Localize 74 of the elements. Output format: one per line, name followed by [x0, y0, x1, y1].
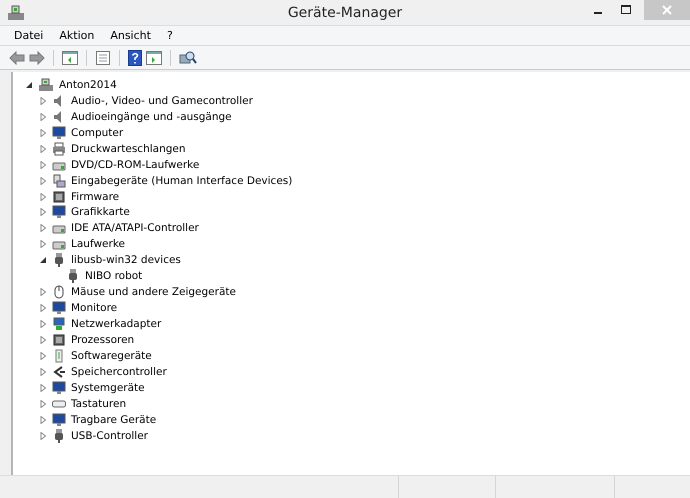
help-icon[interactable] [128, 50, 142, 66]
tree-item[interactable]: IDE ATA/ATAPI-Controller [71, 222, 199, 234]
expand-arrow[interactable] [39, 384, 47, 392]
tree-item[interactable]: Netzwerkadapter [71, 318, 162, 330]
window-title: Geräte-Manager [288, 4, 402, 20]
tree-item[interactable]: Anton2014 [59, 78, 117, 91]
expand-arrow[interactable] [39, 336, 47, 344]
tree-item[interactable]: Monitore [71, 302, 118, 314]
usb-plug-icon [52, 428, 66, 443]
chip-icon [52, 190, 66, 204]
expand-arrow[interactable] [39, 240, 47, 248]
expand-arrow[interactable] [39, 288, 47, 296]
expand-arrow[interactable] [39, 128, 47, 137]
expand-arrow[interactable] [39, 192, 47, 201]
tree-item[interactable]: Tragbare Geräte [71, 414, 156, 426]
chip-icon [52, 332, 66, 347]
expand-arrow[interactable] [39, 112, 47, 121]
tree-item[interactable]: Grafikkarte [71, 206, 130, 218]
tree-item[interactable]: Speichercontroller [71, 366, 167, 378]
expand-arrow[interactable] [39, 208, 47, 216]
menu-item[interactable]: Datei [6, 28, 52, 43]
tree-item[interactable]: NIBO robot [85, 270, 142, 282]
tree-item[interactable]: Audioeingänge und -ausgänge [71, 110, 232, 123]
expand-arrow[interactable] [39, 368, 47, 376]
tree-item[interactable]: Computer [71, 126, 124, 139]
tree-item[interactable]: Druckwarteschlangen [71, 142, 186, 155]
monitor-icon [52, 380, 66, 395]
expand-arrow[interactable] [39, 320, 47, 328]
usb-plug-icon [52, 253, 66, 268]
tree-item[interactable]: libusb-win32 devices [71, 254, 181, 266]
collapse-arrow[interactable] [39, 256, 47, 264]
tree-item[interactable]: Audio-, Video- und Gamecontroller [71, 94, 253, 107]
expand-arrow[interactable] [39, 304, 47, 312]
expand-arrow[interactable] [39, 432, 47, 440]
tree-item[interactable]: Laufwerke [71, 238, 125, 250]
app-icon [7, 4, 25, 20]
monitor-icon [52, 205, 66, 220]
network-icon [52, 317, 66, 332]
tree-item[interactable]: Tastaturen [71, 398, 126, 410]
tree-item[interactable]: USB-Controller [71, 430, 148, 442]
forward-icon[interactable] [29, 50, 45, 64]
expand-arrow[interactable] [39, 352, 47, 360]
collapse-arrow[interactable] [25, 80, 33, 89]
menu-item[interactable]: Ansicht [102, 28, 159, 43]
scan-hardware-icon[interactable] [179, 50, 197, 66]
tree-item[interactable]: Systemgeräte [71, 382, 145, 394]
expand-arrow[interactable] [39, 160, 47, 169]
properties-icon[interactable] [95, 50, 111, 64]
tree-item[interactable]: Mäuse und andere Zeigegeräte [71, 286, 236, 298]
tree-item[interactable]: Softwaregeräte [71, 350, 152, 362]
input-device-icon [52, 174, 66, 188]
usb-plug-icon [66, 269, 80, 284]
expand-arrow[interactable] [39, 224, 47, 232]
monitor-icon [52, 301, 66, 316]
printer-icon [52, 142, 66, 156]
console-tree-icon[interactable] [62, 50, 78, 64]
tree-item[interactable]: DVD/CD-ROM-Laufwerke [71, 158, 200, 171]
memory-icon [52, 364, 66, 379]
expand-arrow[interactable] [39, 416, 47, 424]
back-icon[interactable] [9, 50, 25, 64]
computer-icon [38, 78, 54, 92]
menu-item[interactable]: Aktion [51, 28, 102, 43]
monitor-icon [52, 126, 66, 140]
menu-item[interactable]: ? [158, 28, 181, 43]
monitor-icon [52, 412, 66, 427]
action-pane-icon[interactable] [146, 50, 162, 64]
expand-arrow[interactable] [39, 144, 47, 153]
expand-arrow[interactable] [39, 96, 47, 105]
tree-item[interactable]: Prozessoren [71, 334, 134, 346]
expand-arrow[interactable] [39, 176, 47, 185]
expand-arrow[interactable] [39, 400, 47, 408]
tree-item[interactable]: Eingabegeräte (Human Interface Devices) [71, 174, 292, 187]
tree-item[interactable]: Firmware [71, 190, 120, 203]
mouse-icon [52, 285, 66, 300]
